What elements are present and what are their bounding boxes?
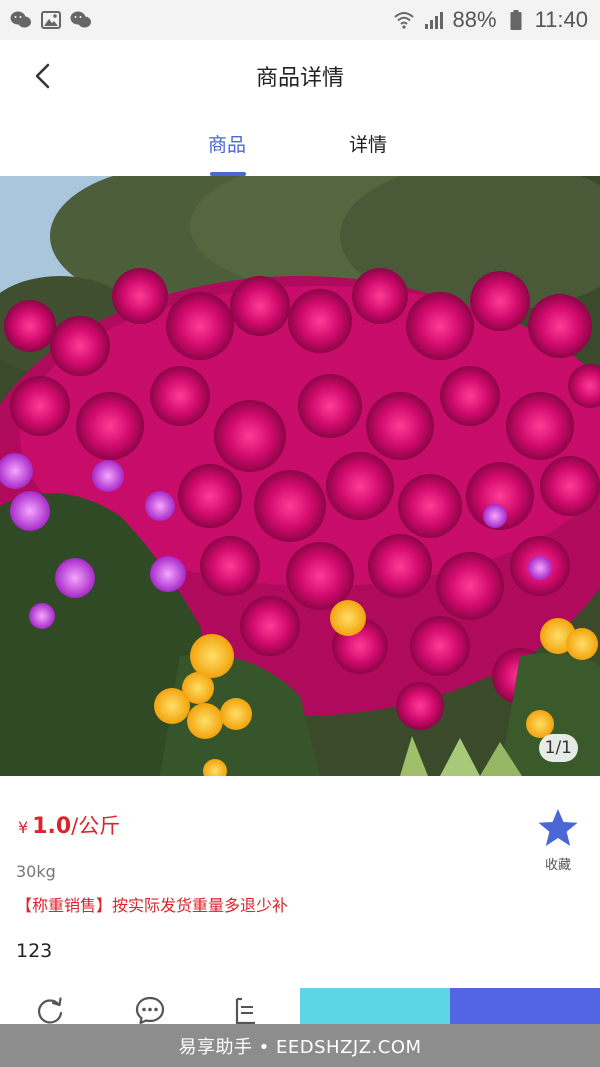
nav-bar: 商品详情: [0, 40, 600, 112]
flower-photo: [0, 176, 600, 776]
add-to-cart-button[interactable]: [300, 988, 450, 1026]
status-bar: 88% 11:40: [0, 0, 600, 40]
product-description: 123: [16, 940, 53, 962]
wechat-icon: [70, 9, 92, 31]
tab-bar: 商品 详情: [0, 112, 600, 176]
list-icon[interactable]: [228, 994, 262, 1026]
watermark-banner: 易享助手 • EEDSHZJZ.COM: [0, 1024, 600, 1067]
battery-icon: [505, 9, 527, 31]
tab-details[interactable]: 详情: [349, 130, 387, 157]
screen: 88% 11:40 商品详情 商品 详情 1/1 ¥ 1.0/公斤 收藏 30k…: [0, 0, 600, 1067]
price-value: 1.0: [32, 814, 72, 839]
image-counter: 1/1: [538, 734, 578, 762]
weight-notice: 【称重销售】按实际发货重量多退少补: [16, 896, 289, 915]
favorite-button[interactable]: 收藏: [532, 808, 584, 873]
currency-symbol: ¥: [18, 818, 29, 837]
price-unit: /公斤: [71, 814, 121, 838]
chat-icon[interactable]: [133, 994, 167, 1026]
product-weight: 30kg: [16, 862, 56, 881]
back-button[interactable]: [24, 58, 60, 94]
price: ¥1.0/公斤: [18, 810, 120, 840]
star-icon: [537, 808, 579, 852]
signal-icon: [423, 9, 445, 31]
wifi-icon: [393, 9, 415, 31]
tab-goods[interactable]: 商品: [208, 130, 246, 157]
favorite-label: 收藏: [544, 858, 571, 873]
product-info: ¥1.0/公斤 收藏 30kg 【称重销售】按实际发货重量多退少补 123: [0, 776, 600, 986]
clock: 11:40: [534, 7, 588, 32]
wechat-icon: [10, 9, 32, 31]
chevron-left-icon: [33, 63, 51, 89]
page-title: 商品详情: [255, 66, 344, 91]
battery-percent: 88%: [452, 7, 497, 32]
bottom-action-bar: [0, 986, 600, 1026]
refresh-icon[interactable]: [33, 994, 67, 1026]
buy-now-button[interactable]: [450, 988, 600, 1026]
image-icon: [40, 9, 62, 31]
product-image[interactable]: 1/1: [0, 176, 600, 776]
